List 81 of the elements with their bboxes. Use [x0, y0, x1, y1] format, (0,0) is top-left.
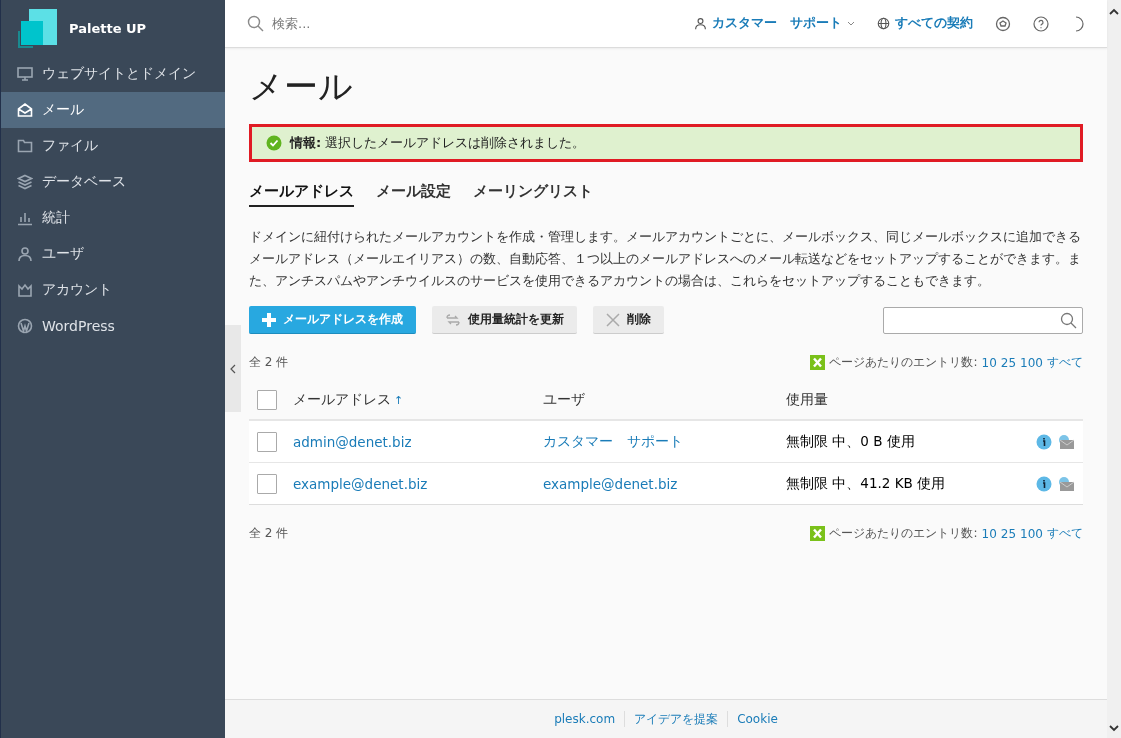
tab[interactable]: メール設定: [376, 182, 451, 207]
per-page-link[interactable]: 25: [1000, 355, 1017, 370]
per-page-label: ページあたりのエントリ数:: [829, 525, 978, 542]
sidebar-item[interactable]: WordPress: [1, 308, 225, 344]
per-page-link[interactable]: 100: [1020, 355, 1043, 370]
chevron-left-icon: [230, 363, 236, 374]
scroll-up-icon[interactable]: [1109, 8, 1119, 15]
usage-text: 無制限 中、0 B 使用: [786, 432, 915, 449]
row-checkbox[interactable]: [257, 473, 277, 494]
search-icon: [247, 15, 264, 32]
select-all-checkbox[interactable]: [257, 390, 277, 410]
sidebar-item[interactable]: メール: [1, 92, 225, 128]
caret-icon: [847, 20, 855, 27]
mail-icon[interactable]: [1058, 475, 1075, 492]
globe-icon: [877, 17, 890, 30]
email-link[interactable]: example@denet.biz: [293, 475, 428, 492]
per-page-label: ページあたりのエントリ数:: [829, 354, 978, 371]
description: ドメインに紐付けられたメールアカウントを作成・管理します。メールアカウントごとに、メールボックス、同じメールボックスに追加できるメールアドレス（メールエイリアス）の数、自動応答、１つ以上のメールアドレスへのメール転送などをセットアップすることができます。また、アンチスパムやアンチウイルスのサービスを使用できるアカウントの場合は、これらをセットアップすることもできます。: [249, 228, 1082, 290]
tab[interactable]: メーリングリスト: [473, 182, 593, 207]
excel-icon[interactable]: [810, 355, 826, 370]
page-title: メール: [249, 65, 354, 108]
sidebar-item[interactable]: 統計: [1, 200, 225, 236]
sidebar-item[interactable]: アカウント: [1, 272, 225, 308]
sort-arrow: ↑: [394, 393, 404, 407]
per-page-link[interactable]: 10: [981, 355, 997, 370]
brand-name: Palette UP: [69, 20, 147, 36]
search-icon: [1060, 311, 1077, 329]
monitor-icon: [17, 66, 33, 82]
close-icon: [606, 312, 620, 327]
column-header: 使用量: [786, 391, 828, 407]
sidebar-item[interactable]: データベース: [1, 164, 225, 200]
per-page-link[interactable]: すべて: [1047, 354, 1083, 371]
per-page-link[interactable]: 10: [981, 526, 997, 541]
total-count: 全 2 件: [249, 354, 289, 371]
per-page-link[interactable]: 25: [1000, 526, 1017, 541]
check-circle-icon: [266, 135, 282, 151]
message-text: 情報: 選択したメールアドレスは削除されました。: [290, 134, 586, 152]
subscriptions-link[interactable]: すべての契約: [877, 15, 973, 32]
column-header[interactable]: メールアドレス: [293, 391, 391, 409]
collapse-handle[interactable]: [225, 325, 241, 412]
mail-icon[interactable]: [1058, 433, 1075, 450]
email-link[interactable]: admin@denet.biz: [293, 433, 412, 450]
info-icon[interactable]: [1036, 475, 1052, 492]
footer-link[interactable]: Cookie: [737, 712, 778, 726]
row-checkbox[interactable]: [257, 431, 277, 452]
footer-link[interactable]: plesk.com: [554, 712, 616, 726]
search-field[interactable]: 検索...: [270, 15, 524, 32]
refresh-button[interactable]: 使用量統計を更新: [432, 306, 577, 334]
scrollbar[interactable]: [1107, 0, 1121, 738]
refresh-icon: [445, 311, 461, 328]
user-menu[interactable]: カスタマー サポート: [694, 15, 855, 32]
sidebar-item[interactable]: ユーザ: [1, 236, 225, 272]
tab[interactable]: メールアドレス: [249, 182, 354, 207]
sidebar-item[interactable]: ウェブサイトとドメイン: [1, 56, 225, 92]
footer-link[interactable]: アイデアを提案: [634, 710, 719, 728]
logo-icon: [17, 7, 59, 49]
bar-chart-icon: [17, 210, 33, 226]
scroll-down-icon[interactable]: [1109, 725, 1119, 732]
sidebar-item[interactable]: ファイル: [1, 128, 225, 164]
layers-icon: [17, 174, 33, 190]
excel-icon[interactable]: [810, 526, 826, 541]
user-icon: [694, 17, 707, 30]
total-count: 全 2 件: [249, 525, 289, 542]
usage-text: 無制限 中、41.2 KB 使用: [786, 474, 946, 491]
create-button[interactable]: メールアドレスを作成: [249, 306, 416, 334]
per-page-link[interactable]: すべて: [1047, 525, 1083, 542]
crown-icon: [17, 282, 33, 298]
user-link[interactable]: カスタマー サポート: [543, 432, 683, 449]
folder-icon: [17, 138, 33, 154]
info-icon[interactable]: [1036, 433, 1052, 450]
help-icon[interactable]: [1033, 15, 1049, 32]
list-search-field[interactable]: [883, 306, 1083, 334]
per-page-link[interactable]: 100: [1020, 526, 1043, 541]
ball-icon[interactable]: [995, 15, 1011, 32]
delete-button[interactable]: 削除: [593, 306, 664, 334]
envelope-icon: [17, 102, 33, 118]
user-icon: [17, 246, 33, 262]
plus-icon: [262, 312, 276, 327]
column-header: ユーザ: [543, 391, 585, 407]
wordpress-icon: [17, 318, 33, 334]
user-link[interactable]: example@denet.biz: [543, 475, 678, 492]
